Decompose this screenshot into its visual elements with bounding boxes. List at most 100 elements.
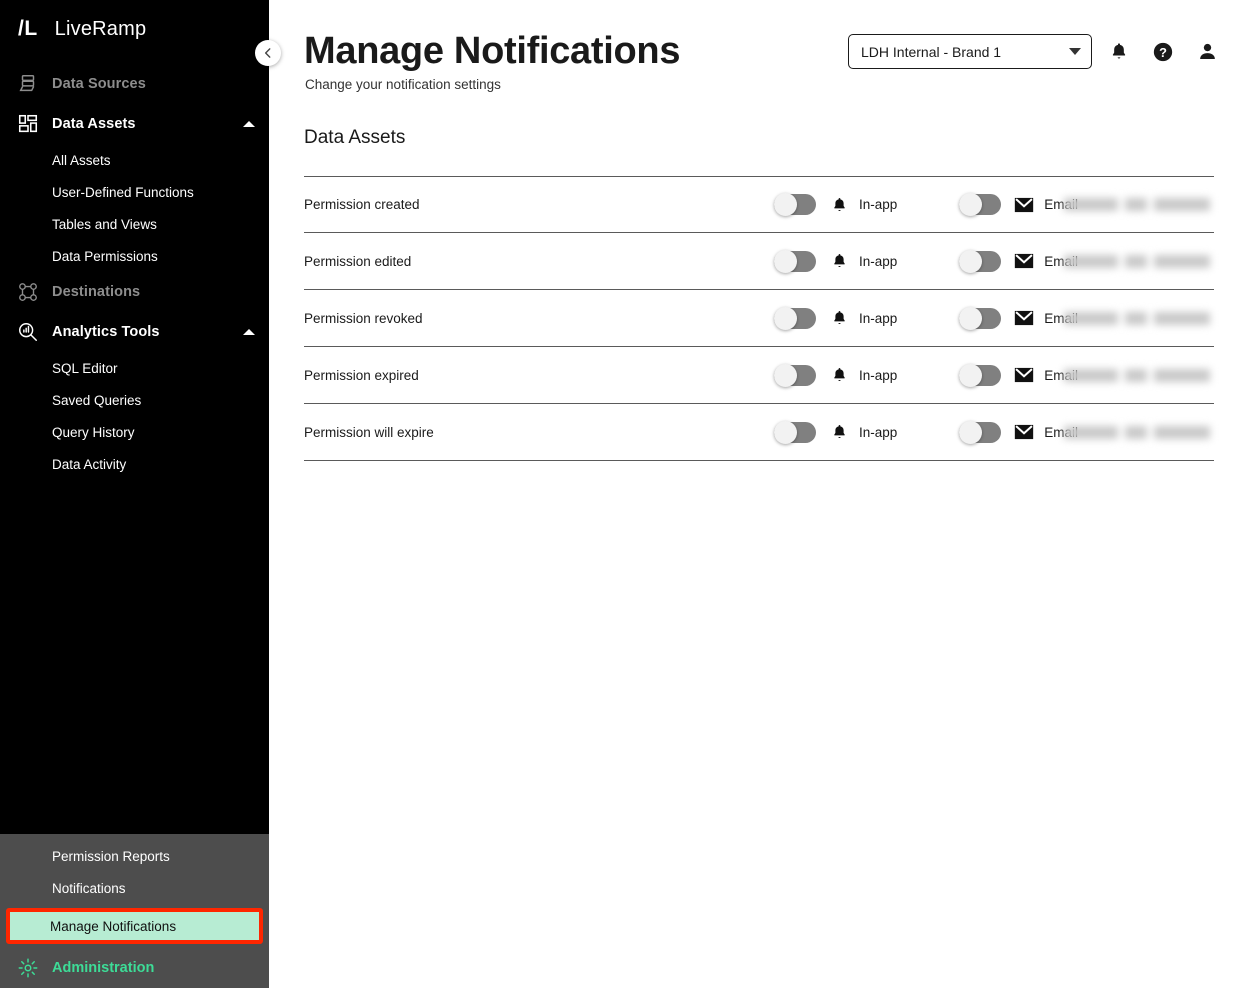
sidebar-subitem-label: All Assets (52, 152, 111, 168)
liveramp-logo-text: LiveRamp (54, 17, 147, 40)
envelope-icon (1013, 310, 1035, 326)
sidebar-subitem-all-assets[interactable]: All Assets (0, 144, 269, 176)
help-button[interactable]: ? (1146, 35, 1180, 69)
inapp-toggle[interactable] (774, 249, 816, 273)
email-toggle[interactable] (959, 420, 1002, 444)
email-toggle[interactable] (959, 306, 1002, 330)
bell-icon (828, 423, 850, 441)
sidebar-subitem-data-activity[interactable]: Data Activity (0, 448, 269, 480)
toggle-knob (959, 420, 983, 444)
brand-logo[interactable]: /L LiveRamp (0, 0, 269, 58)
table-row: Permission created In-app Email (304, 176, 1214, 233)
redacted-content (1064, 250, 1214, 272)
section-title: Data Assets (304, 127, 406, 148)
sidebar-subitem-label: Saved Queries (52, 392, 142, 408)
sidebar: /L LiveRamp Data Sources Data Assets All… (0, 0, 281, 988)
sidebar-subitem-query-history[interactable]: Query History (0, 416, 269, 448)
notification-type-label: Permission revoked (304, 310, 423, 326)
data-sources-icon (14, 72, 42, 96)
bell-icon (828, 309, 850, 327)
email-channel-group: Email (959, 363, 1078, 387)
inapp-channel-group: In-app (774, 249, 897, 273)
chevron-down-icon (1069, 48, 1081, 55)
brand-select-value: LDH Internal - Brand 1 (861, 43, 1002, 60)
sidebar-item-data-assets[interactable]: Data Assets (0, 104, 269, 144)
table-row: Permission edited In-app Email (304, 233, 1214, 290)
email-toggle[interactable] (959, 363, 1002, 387)
inapp-toggle[interactable] (774, 363, 816, 387)
main-content: Manage Notifications Change your notific… (269, 0, 1246, 988)
notification-type-label: Permission expired (304, 367, 419, 383)
inapp-channel-label: In-app (859, 310, 898, 326)
sidebar-subitem-label: Query History (52, 424, 135, 440)
sidebar-subitem-label: Data Permissions (52, 248, 158, 264)
email-toggle[interactable] (959, 193, 1002, 216)
sidebar-subitem-notifications[interactable]: Notifications (0, 872, 269, 904)
redacted-content (1064, 364, 1214, 386)
sidebar-subitem-label: Notifications (52, 880, 126, 896)
sidebar-subitem-label: User-Defined Functions (52, 184, 194, 200)
sidebar-item-destinations[interactable]: Destinations (0, 272, 269, 312)
bell-icon (828, 252, 850, 270)
envelope-icon (1013, 424, 1035, 440)
sidebar-subitem-sql-editor[interactable]: SQL Editor (0, 352, 269, 384)
sidebar-subitem-label: Manage Notifications (50, 918, 177, 934)
sidebar-subitem-manage-notifications-highlight: Manage Notifications (6, 908, 263, 944)
toggle-knob (959, 363, 983, 387)
user-account-button[interactable] (1190, 35, 1224, 69)
sidebar-subitem-tables-and-views[interactable]: Tables and Views (0, 208, 269, 240)
inapp-channel-label: In-app (859, 424, 898, 440)
sidebar-item-label: Analytics Tools (52, 324, 160, 340)
sidebar-subitem-manage-notifications[interactable]: Manage Notifications (10, 912, 259, 940)
analytics-tools-icon (14, 320, 42, 344)
sidebar-subitem-saved-queries[interactable]: Saved Queries (0, 384, 269, 416)
help-icon: ? (1153, 42, 1173, 61)
table-row: Permission will expire In-app Email (304, 404, 1214, 461)
sidebar-item-analytics-tools[interactable]: Analytics Tools (0, 312, 269, 352)
sidebar-nav: Data Sources Data Assets All Assets User… (0, 58, 269, 480)
toggle-knob (774, 420, 797, 444)
inapp-toggle[interactable] (774, 193, 816, 216)
email-channel-group: Email (959, 193, 1078, 216)
toggle-knob (774, 306, 797, 330)
toggle-knob (774, 363, 797, 387)
bell-icon (828, 366, 850, 384)
gear-icon (14, 956, 42, 980)
inapp-toggle[interactable] (774, 306, 816, 330)
table-row: Permission expired In-app Email (304, 347, 1214, 404)
sidebar-subitem-label: Tables and Views (52, 216, 157, 232)
user-icon (1199, 43, 1215, 59)
notification-type-label: Permission will expire (304, 424, 434, 440)
inapp-toggle[interactable] (774, 420, 816, 444)
sidebar-collapse-button[interactable] (255, 40, 281, 66)
page-title: Manage Notifications (304, 30, 681, 72)
envelope-icon (1013, 253, 1035, 269)
sidebar-subitem-data-permissions[interactable]: Data Permissions (0, 240, 269, 272)
notification-rows: Permission created In-app Email Permission … (304, 176, 1214, 461)
sidebar-subitem-label: Permission Reports (52, 848, 170, 864)
top-bar: LDH Internal - Brand 1 ? (848, 34, 1224, 69)
email-channel-group: Email (959, 306, 1078, 330)
sidebar-item-data-sources[interactable]: Data Sources (0, 64, 269, 104)
sidebar-subitem-permission-reports[interactable]: Permission Reports (0, 840, 269, 872)
chevron-left-icon (264, 48, 271, 58)
toggle-knob (774, 249, 797, 273)
redacted-content (1064, 307, 1214, 329)
sidebar-subitem-user-defined-functions[interactable]: User-Defined Functions (0, 176, 269, 208)
sidebar-item-label: Administration (52, 960, 155, 976)
email-toggle[interactable] (959, 249, 1002, 273)
brand-select-dropdown[interactable]: LDH Internal - Brand 1 (848, 34, 1092, 69)
sidebar-admin-section: Permission Reports Notifications Manage … (0, 834, 269, 988)
notifications-bell-button[interactable] (1102, 35, 1136, 69)
toggle-knob (774, 193, 797, 216)
redacted-content (1064, 421, 1214, 443)
chevron-up-icon[interactable] (243, 329, 255, 335)
sidebar-item-administration[interactable]: Administration (0, 948, 269, 988)
toggle-knob (959, 249, 983, 273)
chevron-up-icon[interactable] (243, 121, 255, 127)
sidebar-item-label: Destinations (52, 284, 141, 300)
bell-icon (1112, 43, 1126, 59)
sidebar-item-label: Data Sources (52, 76, 146, 92)
data-assets-icon (14, 112, 42, 136)
redacted-content (1064, 194, 1214, 216)
